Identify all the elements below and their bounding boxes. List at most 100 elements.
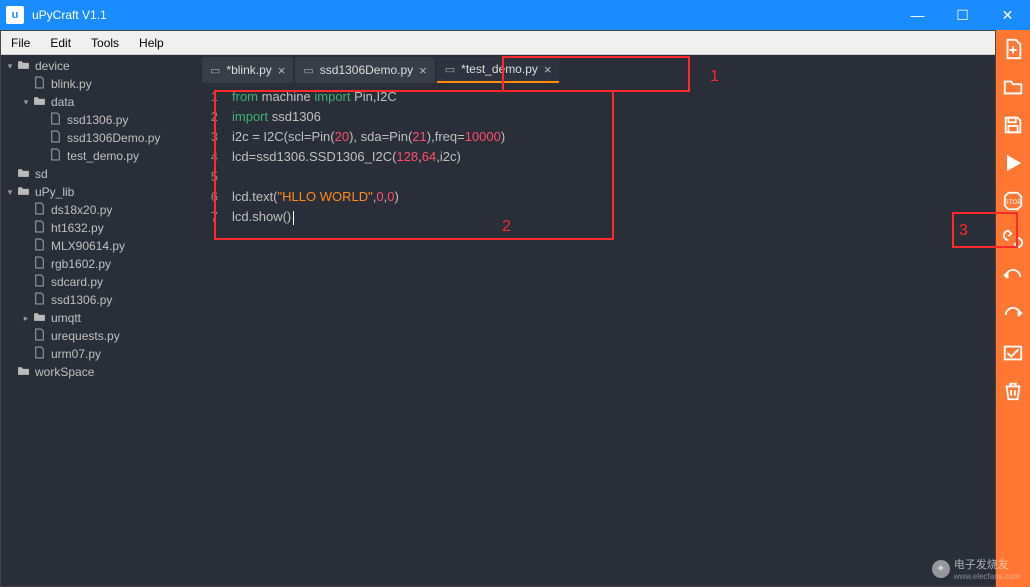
- tree-item[interactable]: ▸ umqtt: [1, 309, 196, 327]
- watermark: ✦ 电子发烧友 www.elecfans.com: [932, 556, 1020, 581]
- menu-tools[interactable]: Tools: [81, 31, 129, 54]
- redo-icon[interactable]: [1000, 302, 1026, 328]
- tree-item-label: workSpace: [35, 365, 94, 379]
- tree-item-label: urequests.py: [51, 329, 120, 343]
- tree-item-label: ssd1306.py: [51, 293, 112, 307]
- window-title: uPyCraft V1.1: [30, 8, 895, 22]
- code-text[interactable]: from machine import Pin,I2Cimport ssd130…: [226, 83, 995, 586]
- tree-item[interactable]: MLX90614.py: [1, 237, 196, 255]
- watermark-text: 电子发烧友: [954, 556, 1020, 572]
- tab-close-icon[interactable]: ×: [419, 63, 427, 78]
- folder-icon: [15, 185, 31, 199]
- right-toolbar: STOP: [996, 30, 1030, 587]
- tab-file-icon: ▭: [303, 64, 313, 77]
- file-icon: [31, 328, 47, 344]
- tree-item[interactable]: urm07.py: [1, 345, 196, 363]
- tree-item[interactable]: ▾ device: [1, 57, 196, 75]
- save-icon[interactable]: [1000, 112, 1026, 138]
- tree-item[interactable]: rgb1602.py: [1, 255, 196, 273]
- editor: ▭ *blink.py × ▭ ssd1306Demo.py × ▭ *test_demo.p…: [196, 55, 995, 586]
- download-run-icon[interactable]: [1000, 150, 1026, 176]
- tree-item[interactable]: urequests.py: [1, 327, 196, 345]
- tree-item-label: ssd1306.py: [67, 113, 128, 127]
- app-icon: u: [6, 6, 24, 24]
- tree-item-label: urm07.py: [51, 347, 101, 361]
- file-icon: [47, 130, 63, 146]
- file-icon: [31, 238, 47, 254]
- tree-item-label: MLX90614.py: [51, 239, 125, 253]
- tree-item-label: data: [51, 95, 74, 109]
- watermark-sub: www.elecfans.com: [954, 572, 1020, 581]
- tree-arrow-icon: ▸: [21, 313, 31, 324]
- tree-item[interactable]: ds18x20.py: [1, 201, 196, 219]
- tree-item-label: blink.py: [51, 77, 92, 91]
- undo-icon[interactable]: [1000, 264, 1026, 290]
- open-file-icon[interactable]: [1000, 74, 1026, 100]
- file-icon: [31, 76, 47, 92]
- tab-close-icon[interactable]: ×: [544, 62, 552, 77]
- tree-arrow-icon: ▾: [5, 61, 15, 72]
- file-icon: [31, 202, 47, 218]
- svg-text:STOP: STOP: [1004, 199, 1021, 206]
- titlebar: u uPyCraft V1.1 — ☐ ✕: [0, 0, 1030, 30]
- tree-item-label: ht1632.py: [51, 221, 104, 235]
- tree-item-label: sd: [35, 167, 48, 181]
- tab-close-icon[interactable]: ×: [278, 63, 286, 78]
- maximize-button[interactable]: ☐: [940, 0, 985, 30]
- tree-item-label: umqtt: [51, 311, 81, 325]
- tab-label: *test_demo.py: [461, 62, 538, 76]
- close-button[interactable]: ✕: [985, 0, 1030, 30]
- menubar: File Edit Tools Help: [1, 31, 995, 55]
- line-gutter: 1234567: [196, 83, 226, 586]
- watermark-icon: ✦: [932, 560, 950, 578]
- file-tree[interactable]: ▾ device blink.py ▾ data ssd1306.py ssd1306Dem…: [1, 55, 196, 586]
- menu-edit[interactable]: Edit: [40, 31, 81, 54]
- tree-item[interactable]: ▾ data: [1, 93, 196, 111]
- file-icon: [31, 256, 47, 272]
- tree-item[interactable]: sd: [1, 165, 196, 183]
- tree-item-label: rgb1602.py: [51, 257, 111, 271]
- tab-label: ssd1306Demo.py: [320, 63, 413, 77]
- new-file-icon[interactable]: [1000, 36, 1026, 62]
- tree-item[interactable]: ht1632.py: [1, 219, 196, 237]
- stop-icon[interactable]: STOP: [1000, 188, 1026, 214]
- tree-arrow-icon: ▾: [21, 97, 31, 108]
- tree-item[interactable]: workSpace: [1, 363, 196, 381]
- tree-item[interactable]: sdcard.py: [1, 273, 196, 291]
- file-icon: [31, 346, 47, 362]
- tab-file-icon: ▭: [445, 63, 455, 76]
- tree-item[interactable]: blink.py: [1, 75, 196, 93]
- tree-item-label: test_demo.py: [67, 149, 139, 163]
- file-icon: [47, 112, 63, 128]
- folder-icon: [15, 365, 31, 379]
- tab-file-icon: ▭: [210, 64, 220, 77]
- tree-item-label: sdcard.py: [51, 275, 103, 289]
- editor-tab[interactable]: ▭ ssd1306Demo.py ×: [295, 57, 434, 83]
- check-icon[interactable]: [1000, 340, 1026, 366]
- tree-item-label: ssd1306Demo.py: [67, 131, 160, 145]
- tab-label: *blink.py: [226, 63, 271, 77]
- tree-item[interactable]: ▾ uPy_lib: [1, 183, 196, 201]
- minimize-button[interactable]: —: [895, 0, 940, 30]
- tree-item[interactable]: test_demo.py: [1, 147, 196, 165]
- tree-item[interactable]: ssd1306Demo.py: [1, 129, 196, 147]
- folder-icon: [15, 59, 31, 73]
- file-icon: [31, 274, 47, 290]
- tree-item-label: ds18x20.py: [51, 203, 112, 217]
- editor-tab[interactable]: ▭ *test_demo.py ×: [437, 57, 560, 83]
- tree-arrow-icon: ▾: [5, 187, 15, 198]
- delete-icon[interactable]: [1000, 378, 1026, 404]
- tree-item[interactable]: ssd1306.py: [1, 111, 196, 129]
- connect-icon[interactable]: [1000, 226, 1026, 252]
- menu-file[interactable]: File: [1, 31, 40, 54]
- code-area[interactable]: 1234567 from machine import Pin,I2Cimpor…: [196, 83, 995, 586]
- folder-icon: [31, 311, 47, 325]
- file-icon: [47, 148, 63, 164]
- file-icon: [31, 292, 47, 308]
- menu-help[interactable]: Help: [129, 31, 174, 54]
- tree-item-label: device: [35, 59, 70, 73]
- tree-item[interactable]: ssd1306.py: [1, 291, 196, 309]
- app-frame: File Edit Tools Help ▾ device blink.py ▾ dat…: [0, 30, 996, 587]
- editor-tab[interactable]: ▭ *blink.py ×: [202, 57, 293, 83]
- tree-item-label: uPy_lib: [35, 185, 74, 199]
